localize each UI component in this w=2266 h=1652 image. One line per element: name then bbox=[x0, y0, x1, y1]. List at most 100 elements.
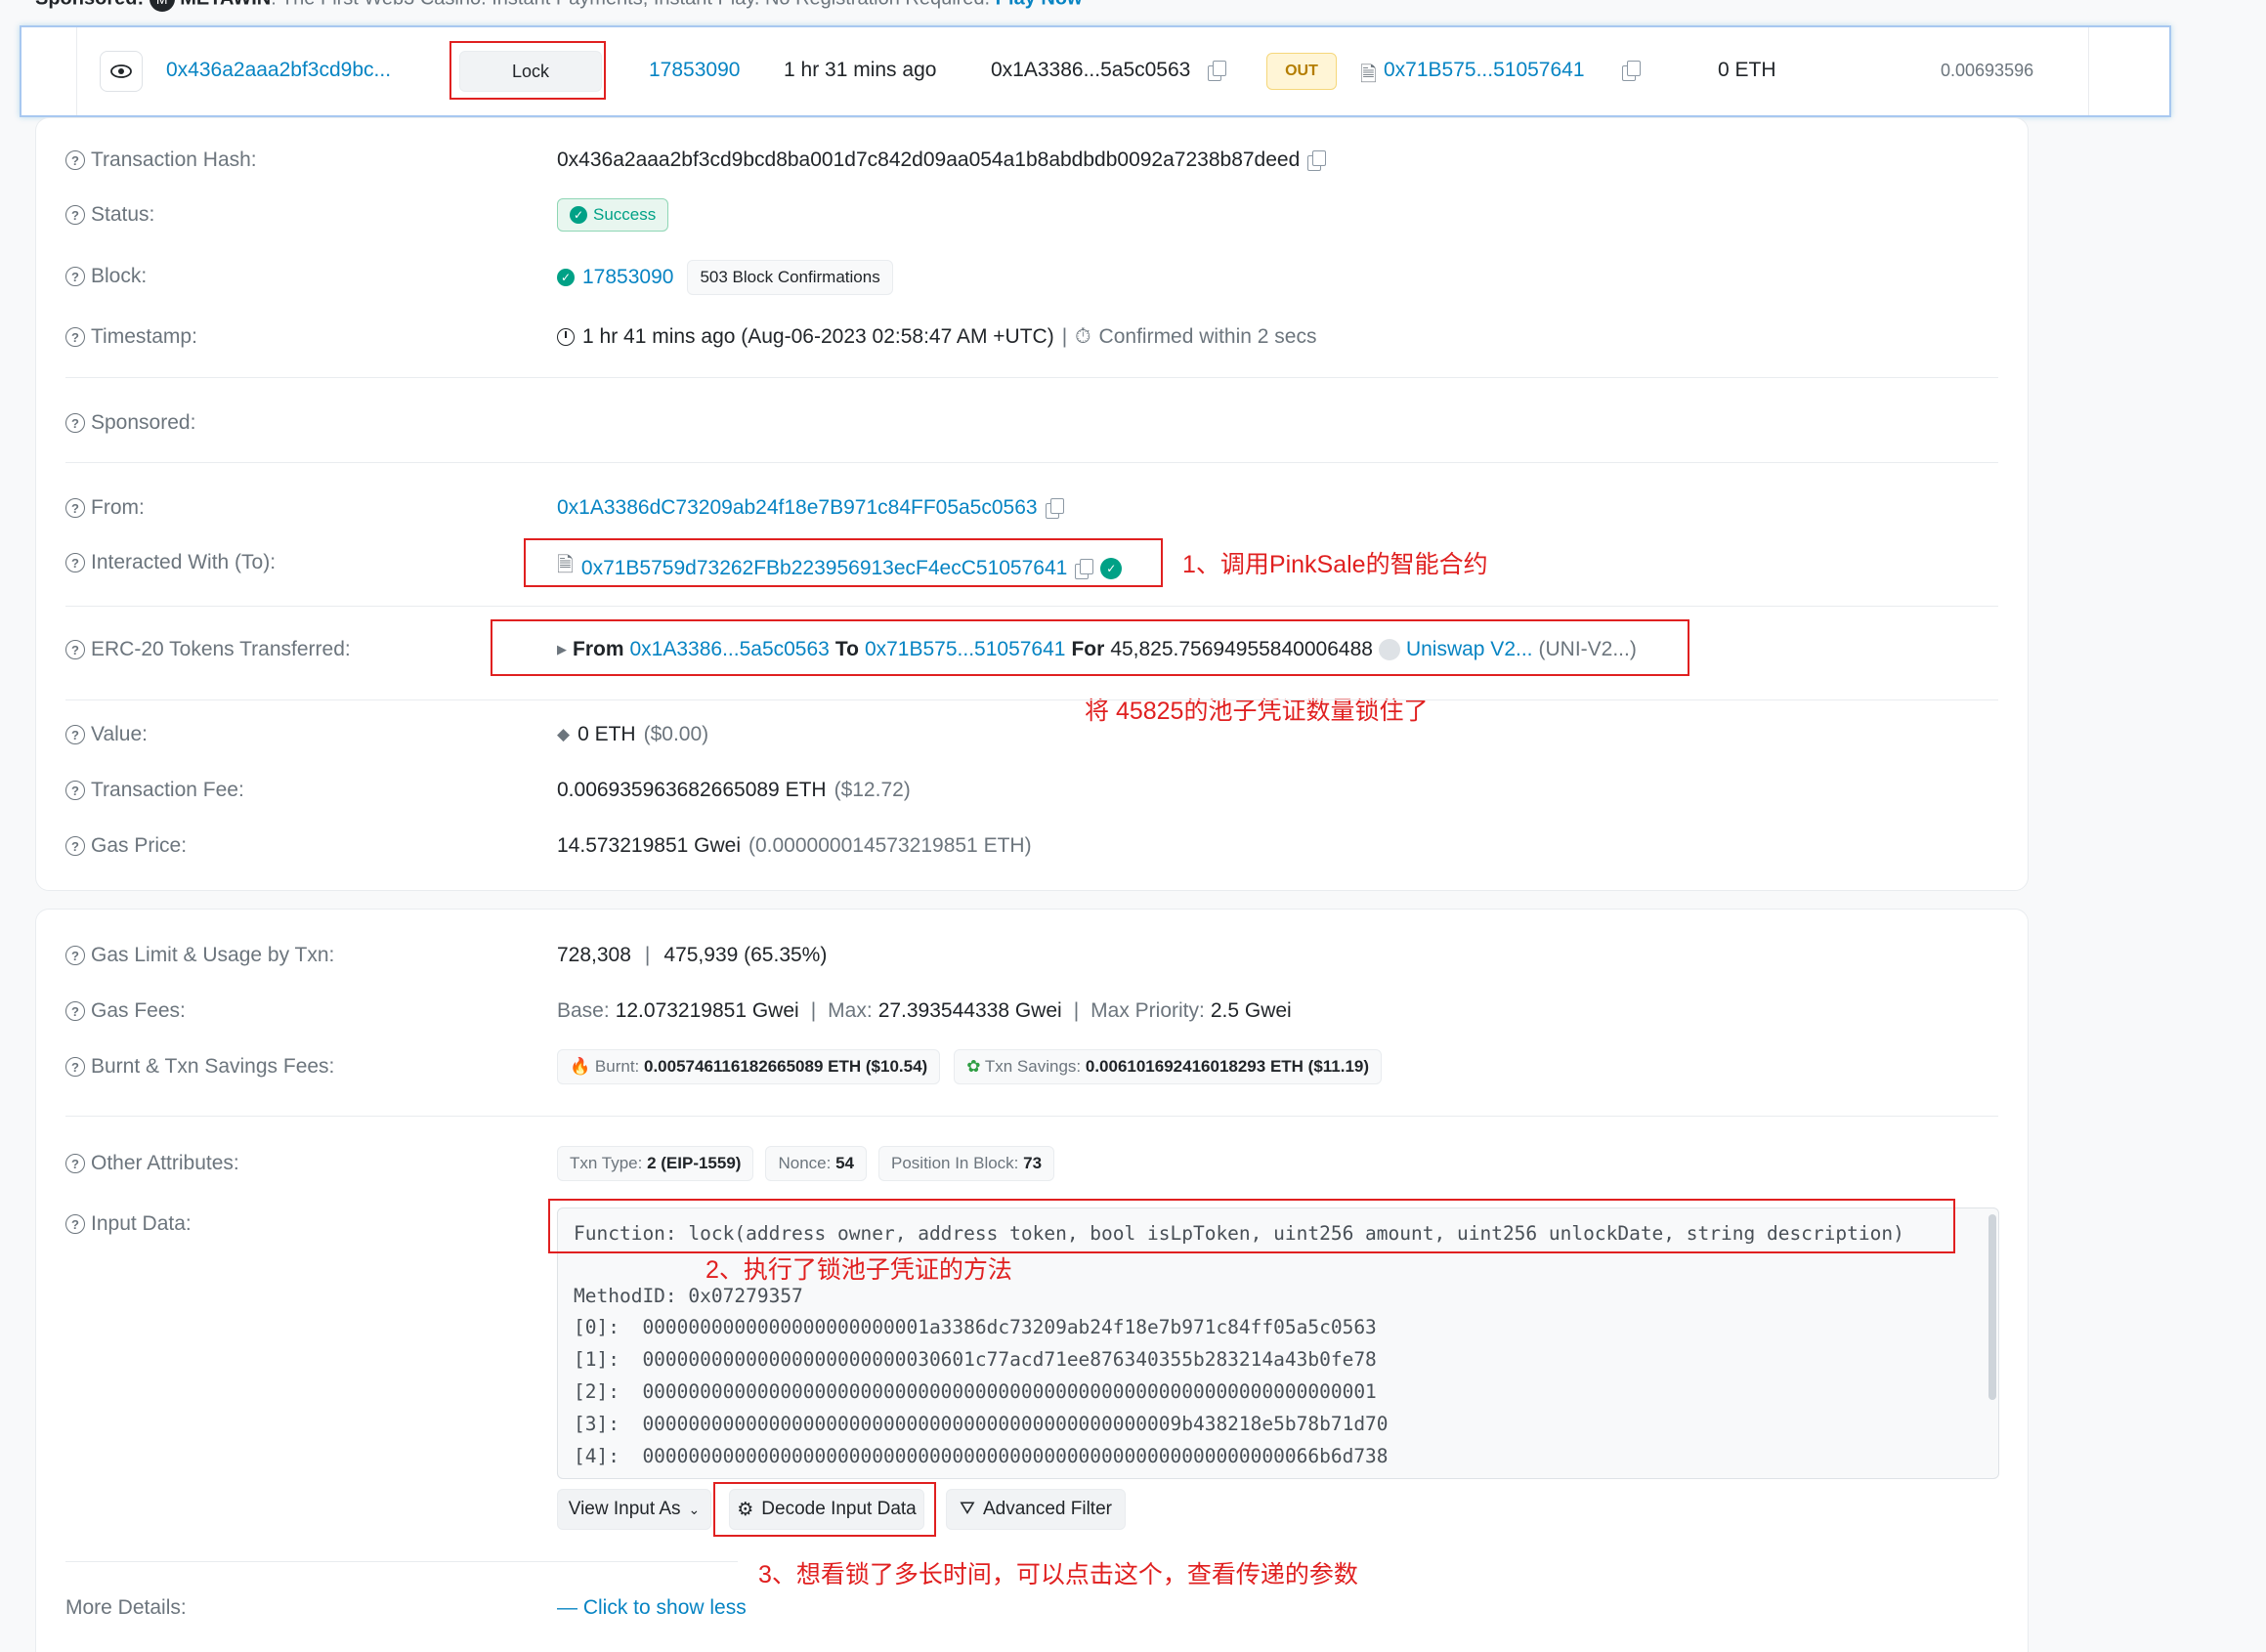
txrow-hash-link[interactable]: 0x436a2aaa2bf3cd9bc... bbox=[166, 59, 391, 82]
burnt-label: ? Burnt & Txn Savings Fees: bbox=[65, 1055, 334, 1079]
gas-limit: 728,308 bbox=[557, 944, 631, 966]
tx-fee-usd: ($12.72) bbox=[834, 779, 911, 801]
view-details-button[interactable] bbox=[100, 51, 143, 92]
from-label: ? From: bbox=[65, 496, 145, 520]
direction-badge: OUT bbox=[1266, 53, 1337, 90]
copy-icon[interactable] bbox=[1075, 558, 1094, 579]
divider bbox=[65, 1561, 738, 1562]
max-fee-value: 27.393544338 Gwei bbox=[877, 999, 1062, 1022]
function-highlight-box bbox=[548, 1199, 1955, 1253]
divider bbox=[65, 699, 1998, 700]
timestamp-value: 1 hr 41 mins ago (Aug-06-2023 02:58:47 A… bbox=[557, 325, 1316, 349]
view-input-as-dropdown[interactable]: View Input As ⌄ bbox=[557, 1489, 711, 1530]
from-address-link[interactable]: 0x1A3386dC73209ab24f18e7B971c84FF05a5c05… bbox=[557, 496, 1038, 520]
param-line: [3]: 00000000000000000000000000000000000… bbox=[574, 1413, 1389, 1435]
help-icon[interactable]: ? bbox=[65, 1214, 85, 1234]
help-icon[interactable]: ? bbox=[65, 267, 85, 286]
caret-right-icon[interactable]: ▶ bbox=[557, 642, 567, 657]
burnt-value: 🔥 Burnt: 0.005746116182665089 ETH ($10.5… bbox=[557, 1049, 1383, 1084]
help-icon[interactable]: ? bbox=[65, 1001, 85, 1021]
block-value: ✓ 17853090 503 Block Confirmations bbox=[557, 260, 893, 295]
help-icon[interactable]: ? bbox=[65, 946, 85, 965]
txrow-block-link[interactable]: 17853090 bbox=[649, 59, 740, 82]
divider bbox=[65, 606, 1998, 607]
annotation-note-1: 1、调用PinkSale的智能合约 bbox=[1182, 551, 1488, 578]
divider bbox=[65, 1116, 1998, 1117]
erc20-value: ▶ From 0x1A3386...5a5c0563 To 0x71B575..… bbox=[557, 638, 1637, 661]
copy-icon[interactable] bbox=[1045, 498, 1064, 519]
advanced-filter-button[interactable]: ⛛ Advanced Filter bbox=[946, 1489, 1126, 1530]
help-icon[interactable]: ? bbox=[65, 327, 85, 347]
status-label: ? Status: bbox=[65, 203, 154, 227]
tx-fee-label: ? Transaction Fee: bbox=[65, 779, 244, 802]
more-details-label: More Details: bbox=[65, 1596, 187, 1619]
erc20-from-link[interactable]: 0x1A3386...5a5c0563 bbox=[630, 638, 830, 661]
interacted-with-value: 🗎 0x71B5759d73262FBb223956913ecF4ecC5105… bbox=[557, 551, 1123, 585]
method-badge[interactable]: Lock bbox=[459, 51, 602, 92]
position-badge: Position In Block: 73 bbox=[878, 1146, 1055, 1181]
txrow-from[interactable]: 0x1A3386...5a5c0563 bbox=[991, 59, 1190, 82]
savings-icon: ✿ bbox=[966, 1057, 981, 1076]
help-icon[interactable]: ? bbox=[65, 413, 85, 433]
txrow-to-link[interactable]: 0x71B575...51057641 bbox=[1384, 59, 1585, 82]
decode-input-data-button[interactable]: ⚙ Decode Input Data bbox=[729, 1489, 924, 1530]
help-icon[interactable]: ? bbox=[65, 1154, 85, 1173]
param-line: [4]: 00000000000000000000000000000000000… bbox=[574, 1445, 1389, 1467]
help-icon[interactable]: ? bbox=[65, 150, 85, 170]
erc20-token-link[interactable]: Uniswap V2... bbox=[1406, 638, 1533, 661]
divider bbox=[65, 462, 1998, 463]
value-eth: 0 ETH bbox=[577, 723, 636, 745]
erc20-from-word: From bbox=[573, 638, 624, 660]
input-scrollbar[interactable] bbox=[1988, 1214, 1996, 1400]
txrow-value: 0 ETH bbox=[1718, 59, 1776, 81]
help-icon[interactable]: ? bbox=[65, 725, 85, 744]
eye-icon bbox=[110, 64, 132, 78]
flame-icon: 🔥 bbox=[570, 1057, 591, 1076]
copy-icon[interactable] bbox=[1621, 61, 1641, 81]
check-circle-icon: ✓ bbox=[570, 206, 587, 224]
savings-badge: ✿ Txn Savings: 0.006101692416018293 ETH … bbox=[954, 1049, 1383, 1084]
param-line: [1]: 00000000000000000000000030601c77acd… bbox=[574, 1348, 1377, 1371]
timestamp-separator: | bbox=[1061, 325, 1068, 348]
erc20-to-word: To bbox=[834, 638, 859, 660]
sponsored-label: Sponsored: bbox=[35, 0, 144, 9]
help-icon[interactable]: ? bbox=[65, 640, 85, 659]
help-icon[interactable]: ? bbox=[65, 1057, 85, 1077]
help-icon[interactable]: ? bbox=[65, 205, 85, 225]
gas-fees-value: Base: 12.073219851 Gwei | Max: 27.393544… bbox=[557, 999, 1292, 1023]
other-attributes-value: Txn Type: 2 (EIP-1559) Nonce: 54 Positio… bbox=[557, 1146, 1055, 1181]
txrow-age: 1 hr 31 mins ago bbox=[784, 59, 937, 81]
help-icon[interactable]: ? bbox=[65, 836, 85, 856]
erc20-to-link[interactable]: 0x71B575...51057641 bbox=[865, 638, 1066, 661]
base-fee-key: Base: bbox=[557, 999, 610, 1022]
value-label: ? Value: bbox=[65, 723, 148, 746]
annotation-note-2: 2、执行了锁池子凭证的方法 bbox=[705, 1256, 1012, 1284]
separator: | bbox=[810, 999, 817, 1022]
confirmations-badge: 503 Block Confirmations bbox=[687, 260, 893, 295]
txn-type-badge: Txn Type: 2 (EIP-1559) bbox=[557, 1146, 754, 1181]
metawin-logo-icon: M bbox=[149, 0, 175, 12]
burnt-badge: 🔥 Burnt: 0.005746116182665089 ETH ($10.5… bbox=[557, 1049, 941, 1084]
gas-price-label: ? Gas Price: bbox=[65, 834, 187, 858]
play-now-link[interactable]: Play Now bbox=[996, 0, 1083, 9]
ethereum-icon: ◆ bbox=[557, 725, 571, 743]
help-icon[interactable]: ? bbox=[65, 781, 85, 800]
copy-icon[interactable] bbox=[1307, 150, 1327, 171]
separator: | bbox=[644, 944, 651, 966]
decode-input-label: Decode Input Data bbox=[761, 1499, 917, 1519]
gas-price-eth: (0.000000014573219851 ETH) bbox=[748, 834, 1032, 857]
token-logo-icon bbox=[1378, 639, 1400, 660]
help-icon[interactable]: ? bbox=[65, 553, 85, 572]
sponsored-row-label: ? Sponsored: bbox=[65, 411, 195, 435]
param-line: [0]: 0000000000000000000000001a3386dc732… bbox=[574, 1316, 1377, 1338]
chevron-down-icon: ⌄ bbox=[688, 1501, 701, 1517]
verified-contract-icon: ✓ bbox=[1100, 557, 1123, 579]
sponsored-banner: Sponsored: M METAWIN: The First Web3 Cas… bbox=[35, 0, 1083, 12]
click-to-show-less-link[interactable]: — Click to show less bbox=[557, 1596, 747, 1620]
tx-fee-value: 0.006935963682665089 ETH ($12.72) bbox=[557, 779, 911, 802]
help-icon[interactable]: ? bbox=[65, 498, 85, 518]
advanced-filter-label: Advanced Filter bbox=[982, 1499, 1112, 1519]
block-link[interactable]: 17853090 bbox=[582, 266, 673, 289]
copy-icon[interactable] bbox=[1208, 61, 1226, 81]
to-address-link[interactable]: 0x71B5759d73262FBb223956913ecF4ecC510576… bbox=[581, 557, 1067, 580]
